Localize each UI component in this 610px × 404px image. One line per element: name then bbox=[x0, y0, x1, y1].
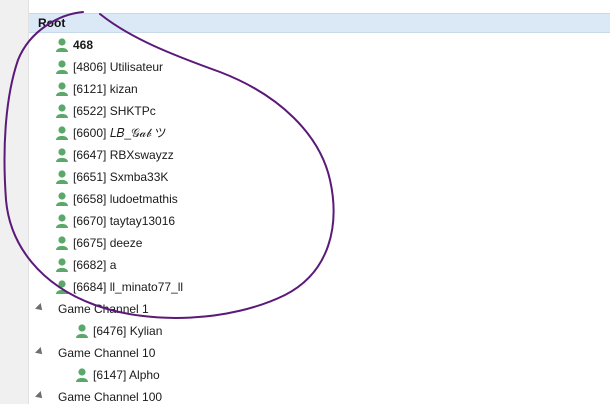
tree-root-label: Root bbox=[38, 16, 66, 30]
expander-triangle-icon[interactable] bbox=[35, 347, 45, 357]
channel-label: Game Channel 10 bbox=[58, 346, 156, 360]
user-label: [6647] RBXswayzz bbox=[73, 148, 174, 162]
user-icon bbox=[56, 148, 68, 162]
user-label: [6600] 𝐿𝐵_𝒢𝒶𝒷 ツ bbox=[73, 126, 167, 140]
expander-triangle-icon[interactable] bbox=[35, 303, 45, 313]
user-icon bbox=[76, 324, 88, 338]
channel-tree-window: Root 468 [4806] Utilisateur [6121] kizan… bbox=[0, 0, 610, 404]
expander-triangle-icon[interactable] bbox=[35, 391, 45, 401]
user-label: [6675] deeze bbox=[73, 236, 143, 250]
user-icon bbox=[56, 60, 68, 74]
user-icon bbox=[56, 126, 68, 140]
user-icon bbox=[56, 104, 68, 118]
user-label: [6121] kizan bbox=[73, 82, 138, 96]
user-label: [6670] taytay13016 bbox=[73, 214, 176, 228]
left-gutter bbox=[0, 0, 29, 404]
user-icon bbox=[56, 170, 68, 184]
user-icon bbox=[56, 38, 68, 52]
user-label: [6682] a bbox=[73, 258, 117, 272]
user-label: [4806] Utilisateur bbox=[73, 60, 164, 74]
user-label: [6651] Sxmba33K bbox=[73, 170, 169, 184]
user-label: [6684] ll_minato77_ll bbox=[73, 280, 184, 294]
user-label: [6658] ludoetmathis bbox=[73, 192, 178, 206]
user-icon bbox=[76, 368, 88, 382]
user-icon bbox=[56, 280, 68, 294]
user-icon bbox=[56, 82, 68, 96]
user-icon bbox=[56, 214, 68, 228]
user-label: [6522] SHKTPc bbox=[73, 104, 156, 118]
user-icon bbox=[56, 258, 68, 272]
tree-root-row[interactable]: Root bbox=[29, 13, 610, 33]
channel-label: Game Channel 100 bbox=[58, 390, 163, 404]
user-label: [6147] Alpho bbox=[93, 368, 160, 382]
channel-label: Game Channel 1 bbox=[58, 302, 149, 316]
user-label: 468 bbox=[73, 38, 94, 52]
user-icon bbox=[56, 236, 68, 250]
user-label: [6476] Kylian bbox=[93, 324, 163, 338]
user-icon bbox=[56, 192, 68, 206]
